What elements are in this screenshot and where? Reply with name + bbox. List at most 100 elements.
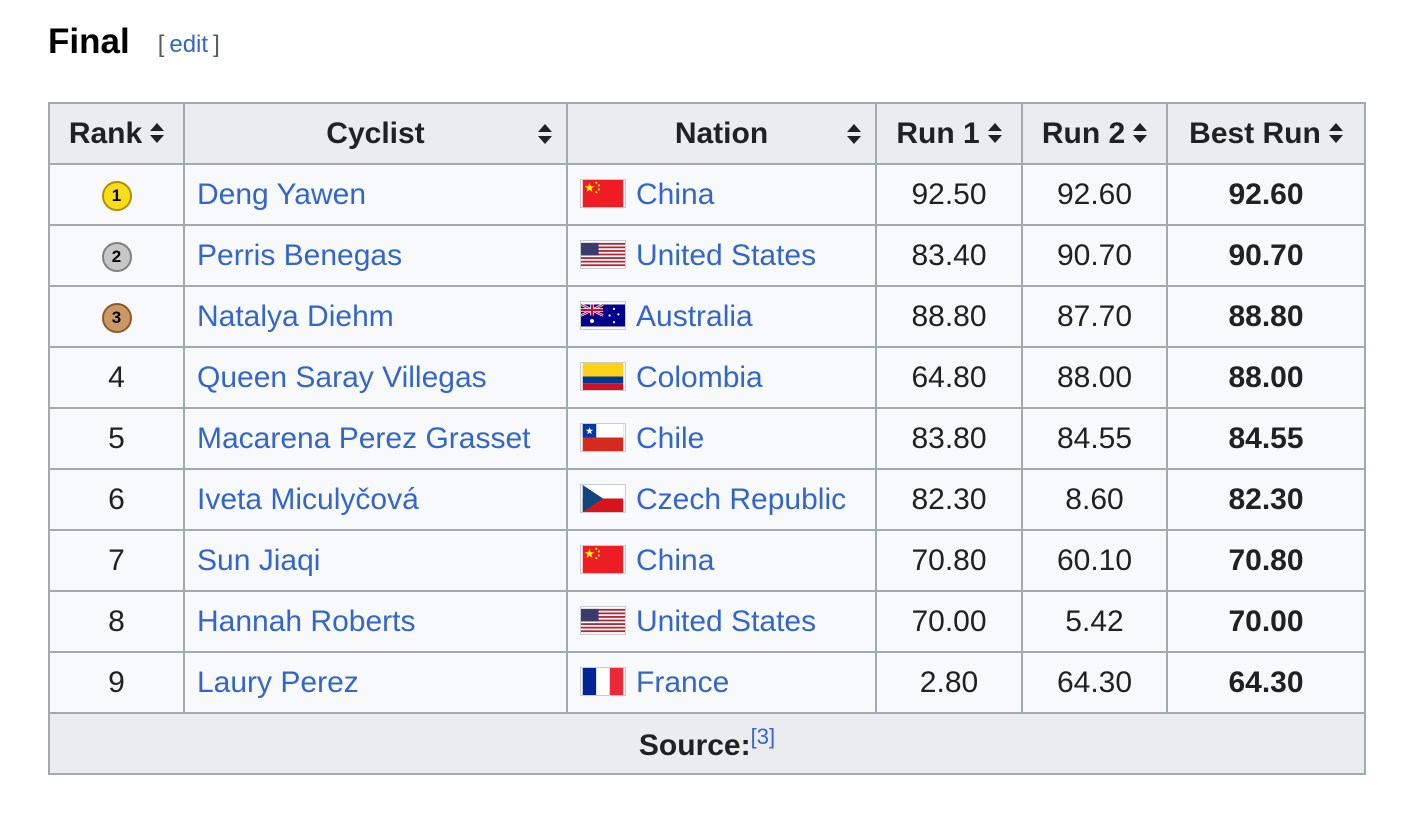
sort-icon[interactable]	[1328, 122, 1343, 143]
silver-medal-icon: 2	[101, 241, 132, 272]
best-run-cell: 82.30	[1166, 468, 1366, 531]
best-run-cell: 70.00	[1166, 590, 1366, 653]
nation-link[interactable]: Colombia	[636, 361, 763, 394]
nation-link[interactable]: China	[636, 178, 714, 211]
best-run-cell: 90.70	[1166, 224, 1366, 287]
cyclist-cell: Laury Perez	[183, 651, 568, 714]
rank-cell: 8	[48, 590, 185, 653]
sort-icon[interactable]	[150, 122, 165, 143]
cyclist-cell: Natalya Diehm	[183, 285, 568, 348]
column-header-run1[interactable]: Run 1	[875, 102, 1023, 165]
best-run-cell: 92.60	[1166, 163, 1366, 226]
cyclist-cell: Sun Jiaqi	[183, 529, 568, 592]
rank-cell: 7	[48, 529, 185, 592]
france-flag-icon	[580, 667, 626, 697]
best-run-cell: 88.80	[1166, 285, 1366, 348]
cyclist-link[interactable]: Sun Jiaqi	[197, 544, 320, 577]
run1-cell: 92.50	[875, 163, 1023, 226]
nation-link[interactable]: Chile	[636, 422, 704, 455]
column-header-rank[interactable]: Rank	[48, 102, 185, 165]
run2-cell: 84.55	[1021, 407, 1168, 470]
nation-link[interactable]: United States	[636, 605, 816, 638]
cyclist-link[interactable]: Laury Perez	[197, 666, 359, 699]
cyclist-link[interactable]: Natalya Diehm	[197, 300, 394, 333]
edit-bracket-close: ]	[213, 31, 220, 58]
footer-row: Source:[3]	[48, 712, 1366, 775]
edit-section: [edit]	[158, 31, 220, 59]
run2-cell: 92.60	[1021, 163, 1168, 226]
cyclist-link[interactable]: Macarena Perez Grasset	[197, 422, 530, 455]
cyclist-link[interactable]: Hannah Roberts	[197, 605, 415, 638]
czech-flag-icon	[580, 484, 626, 514]
rank-cell: 2	[48, 224, 185, 287]
source-cell: Source:[3]	[48, 712, 1366, 775]
table-row: 2 Perris Benegas United States 83.40 90.70 90…	[48, 224, 1366, 287]
source-label: Source:	[638, 729, 751, 762]
cyclist-cell: Queen Saray Villegas	[183, 346, 568, 409]
cyclist-link[interactable]: Queen Saray Villegas	[197, 361, 487, 394]
nation-cell: Chile	[566, 407, 877, 470]
best-run-cell: 70.80	[1166, 529, 1366, 592]
best-run-cell: 84.55	[1166, 407, 1366, 470]
run2-cell: 5.42	[1021, 590, 1168, 653]
usa-flag-icon	[580, 606, 626, 636]
run1-cell: 70.00	[875, 590, 1023, 653]
source-reference-link[interactable]: [3]	[751, 724, 775, 749]
nation-link[interactable]: Czech Republic	[636, 483, 846, 516]
cyclist-cell: Perris Benegas	[183, 224, 568, 287]
cyclist-cell: Macarena Perez Grasset	[183, 407, 568, 470]
run1-cell: 88.80	[875, 285, 1023, 348]
nation-cell: United States	[566, 590, 877, 653]
rank-cell: 5	[48, 407, 185, 470]
column-header-run2[interactable]: Run 2	[1021, 102, 1168, 165]
run2-cell: 60.10	[1021, 529, 1168, 592]
sort-icon[interactable]	[847, 123, 861, 144]
sort-icon[interactable]	[987, 122, 1002, 143]
run1-cell: 64.80	[875, 346, 1023, 409]
run2-cell: 64.30	[1021, 651, 1168, 714]
table-row: 9 Laury Perez France 2.80 64.30 64.30	[48, 651, 1366, 714]
run1-cell: 83.80	[875, 407, 1023, 470]
nation-link[interactable]: France	[636, 666, 729, 699]
cyclist-link[interactable]: Deng Yawen	[197, 178, 366, 211]
nation-cell: Australia	[566, 285, 877, 348]
usa-flag-icon	[580, 240, 626, 270]
column-header-best-run[interactable]: Best Run	[1166, 102, 1366, 165]
nation-link[interactable]: China	[636, 544, 714, 577]
sort-icon[interactable]	[538, 123, 552, 144]
rank-cell: 4	[48, 346, 185, 409]
nation-link[interactable]: United States	[636, 239, 816, 272]
australia-flag-icon	[580, 301, 626, 331]
header-row: Rank Cyclist Nation Run 1 Run 2 Best Run	[48, 102, 1366, 165]
section-title: Final	[48, 22, 130, 61]
nation-cell: Colombia	[566, 346, 877, 409]
nation-link[interactable]: Australia	[636, 300, 753, 333]
run1-cell: 83.40	[875, 224, 1023, 287]
run1-cell: 2.80	[875, 651, 1023, 714]
run2-cell: 90.70	[1021, 224, 1168, 287]
cyclist-link[interactable]: Perris Benegas	[197, 239, 402, 272]
cyclist-link[interactable]: Iveta Miculyčová	[197, 483, 419, 516]
run1-cell: 70.80	[875, 529, 1023, 592]
cyclist-cell: Deng Yawen	[183, 163, 568, 226]
nation-cell: United States	[566, 224, 877, 287]
table-row: 6 Iveta Miculyčová Czech Republic 82.30 8.60…	[48, 468, 1366, 531]
run1-cell: 82.30	[875, 468, 1023, 531]
best-run-cell: 88.00	[1166, 346, 1366, 409]
sort-icon[interactable]	[1133, 122, 1148, 143]
section-heading: Final [edit]	[48, 18, 220, 66]
run2-cell: 88.00	[1021, 346, 1168, 409]
column-header-cyclist[interactable]: Cyclist	[183, 102, 568, 165]
edit-link[interactable]: edit	[164, 31, 213, 58]
cyclist-cell: Hannah Roberts	[183, 590, 568, 653]
nation-cell: China	[566, 163, 877, 226]
column-header-nation[interactable]: Nation	[566, 102, 877, 165]
chile-flag-icon	[580, 423, 626, 453]
best-run-cell: 64.30	[1166, 651, 1366, 714]
china-flag-icon	[580, 545, 626, 575]
china-flag-icon	[580, 179, 626, 209]
table-row: 8 Hannah Roberts United States 70.00 5.42 70.…	[48, 590, 1366, 653]
rank-cell: 1	[48, 163, 185, 226]
nation-cell: Czech Republic	[566, 468, 877, 531]
nation-cell: China	[566, 529, 877, 592]
